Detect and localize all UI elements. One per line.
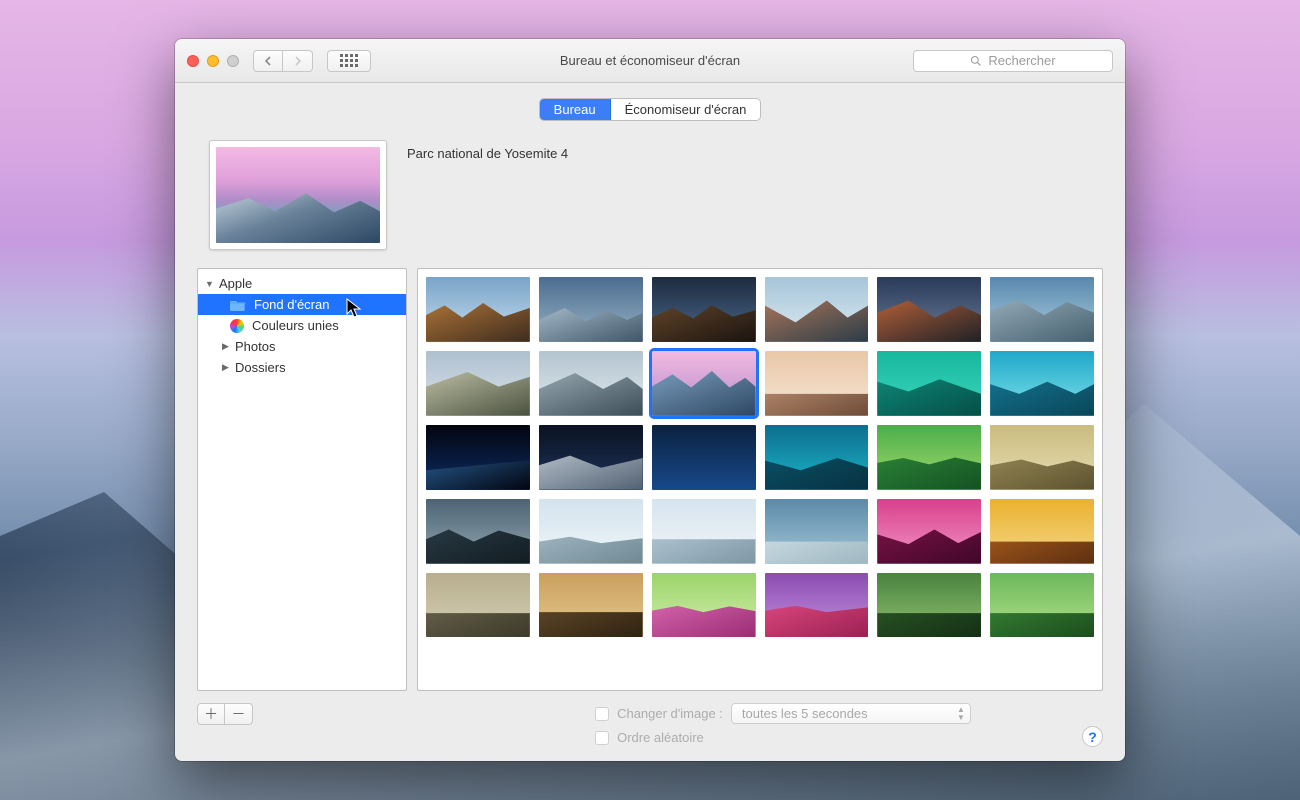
sidebar-item-label: Dossiers xyxy=(235,360,286,375)
wallpaper-thumbnail[interactable] xyxy=(765,499,869,564)
wallpaper-thumbnail[interactable] xyxy=(652,277,756,342)
titlebar: Bureau et économiseur d'écran Rechercher xyxy=(175,39,1125,83)
wallpaper-thumbnail[interactable] xyxy=(877,499,981,564)
wallpaper-thumbnail[interactable] xyxy=(990,499,1094,564)
wallpaper-thumbnail[interactable] xyxy=(877,277,981,342)
disclosure-triangle-right-icon: ▶ xyxy=(220,341,231,352)
add-remove-segmented: ＋ － xyxy=(197,703,253,725)
search-icon xyxy=(970,55,982,67)
sidebar-item-solid-colors[interactable]: Couleurs unies xyxy=(198,315,406,336)
zoom-button[interactable] xyxy=(227,55,239,67)
current-wallpaper-preview: Parc national de Yosemite 4 xyxy=(175,120,1125,262)
help-button[interactable]: ? xyxy=(1082,726,1103,747)
source-sidebar[interactable]: ▼ Apple Fond d'écran Couleurs unies ▶ Ph… xyxy=(197,268,407,691)
wallpaper-thumbnail[interactable] xyxy=(765,277,869,342)
sidebar-item-desktop-pictures[interactable]: Fond d'écran xyxy=(198,294,406,315)
wallpaper-thumbnail[interactable] xyxy=(539,573,643,638)
wallpaper-thumbnail[interactable] xyxy=(426,351,530,416)
wallpaper-browser: ▼ Apple Fond d'écran Couleurs unies ▶ Ph… xyxy=(197,268,1103,691)
wallpaper-thumbnail[interactable] xyxy=(652,425,756,490)
wallpaper-thumbnail[interactable] xyxy=(652,499,756,564)
forward-button[interactable] xyxy=(283,50,313,72)
wallpaper-thumbnail[interactable] xyxy=(765,351,869,416)
wallpaper-thumbnail[interactable] xyxy=(426,573,530,638)
wallpaper-thumbnail[interactable] xyxy=(539,425,643,490)
sidebar-item-photos[interactable]: ▶ Photos xyxy=(198,336,406,357)
search-placeholder: Rechercher xyxy=(988,53,1055,68)
disclosure-triangle-right-icon: ▶ xyxy=(220,362,231,373)
wallpaper-thumbnail[interactable] xyxy=(990,277,1094,342)
color-wheel-icon xyxy=(230,319,244,333)
tab-bar: Bureau Économiseur d'écran xyxy=(175,99,1125,120)
sidebar-item-label: Couleurs unies xyxy=(252,318,339,333)
sidebar-item-label: Photos xyxy=(235,339,275,354)
sidebar-item-label: Apple xyxy=(219,276,252,291)
traffic-lights xyxy=(187,55,239,67)
add-folder-button[interactable]: ＋ xyxy=(197,703,225,725)
sidebar-item-apple[interactable]: ▼ Apple xyxy=(198,273,406,294)
change-interval-value: toutes les 5 secondes xyxy=(742,706,868,721)
stepper-arrows-icon: ▲▼ xyxy=(957,706,965,722)
nav-back-forward xyxy=(253,50,313,72)
wallpaper-thumbnail[interactable] xyxy=(426,425,530,490)
sidebar-item-label: Fond d'écran xyxy=(254,297,329,312)
wallpaper-thumbnail[interactable] xyxy=(990,425,1094,490)
close-button[interactable] xyxy=(187,55,199,67)
back-button[interactable] xyxy=(253,50,283,72)
random-order-label: Ordre aléatoire xyxy=(617,730,704,745)
wallpaper-thumbnail[interactable] xyxy=(539,277,643,342)
preview-thumbnail xyxy=(216,147,380,243)
wallpaper-thumbnail[interactable] xyxy=(877,573,981,638)
minimize-button[interactable] xyxy=(207,55,219,67)
tab-desktop[interactable]: Bureau xyxy=(540,99,610,120)
search-field[interactable]: Rechercher xyxy=(913,50,1113,72)
wallpaper-thumbnail[interactable] xyxy=(877,351,981,416)
preferences-window: Bureau et économiseur d'écran Rechercher… xyxy=(175,39,1125,761)
current-wallpaper-name: Parc national de Yosemite 4 xyxy=(407,146,568,161)
folder-icon xyxy=(230,299,246,311)
wallpaper-thumbnail[interactable] xyxy=(877,425,981,490)
change-picture-row: Changer d'image : toutes les 5 secondes … xyxy=(595,703,971,724)
preview-frame xyxy=(209,140,387,250)
random-order-checkbox[interactable] xyxy=(595,731,609,745)
wallpaper-thumbnail[interactable] xyxy=(765,425,869,490)
remove-folder-button[interactable]: － xyxy=(225,703,253,725)
wallpaper-thumbnail[interactable] xyxy=(652,351,756,416)
bottom-controls: ＋ － Changer d'image : toutes les 5 secon… xyxy=(175,699,1125,761)
change-picture-label: Changer d'image : xyxy=(617,706,723,721)
wallpaper-grid[interactable] xyxy=(417,268,1103,691)
random-order-row: Ordre aléatoire xyxy=(595,730,971,745)
wallpaper-thumbnail[interactable] xyxy=(990,351,1094,416)
disclosure-triangle-down-icon: ▼ xyxy=(204,279,215,289)
wallpaper-thumbnail[interactable] xyxy=(539,499,643,564)
change-picture-checkbox[interactable] xyxy=(595,707,609,721)
show-all-button[interactable] xyxy=(327,50,371,72)
wallpaper-thumbnail[interactable] xyxy=(990,573,1094,638)
sidebar-item-folders[interactable]: ▶ Dossiers xyxy=(198,357,406,378)
grid-icon xyxy=(340,54,358,67)
wallpaper-thumbnail[interactable] xyxy=(652,573,756,638)
wallpaper-thumbnail[interactable] xyxy=(426,499,530,564)
wallpaper-thumbnail[interactable] xyxy=(765,573,869,638)
tab-screensaver[interactable]: Économiseur d'écran xyxy=(610,99,761,120)
wallpaper-thumbnail[interactable] xyxy=(426,277,530,342)
change-interval-popup[interactable]: toutes les 5 secondes ▲▼ xyxy=(731,703,971,724)
wallpaper-thumbnail[interactable] xyxy=(539,351,643,416)
